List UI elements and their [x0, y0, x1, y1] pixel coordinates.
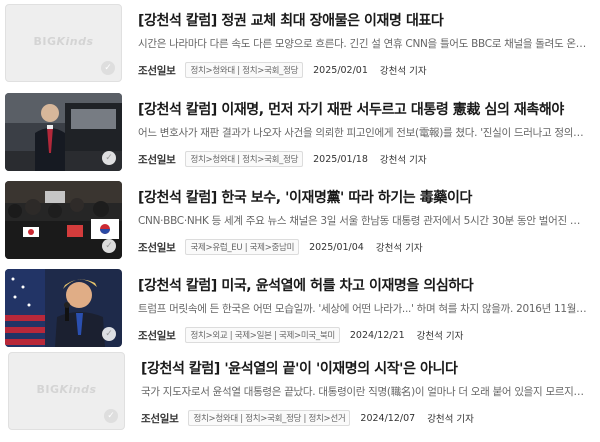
press-name: 조선일보	[138, 329, 176, 342]
category-badge: 정치>청와대 | 정치>국회_정당 | 정치>선거	[188, 410, 351, 426]
article-thumbnail-placeholder[interactable]: BIGKinds ✓	[8, 352, 125, 430]
article-item[interactable]: ✓ [강천석 칼럼] 미국, 윤석열에 허를 차고 이재명을 의심하다 트럼프 …	[0, 269, 600, 349]
press-name: 조선일보	[138, 153, 176, 166]
category-badge: 국제>유럽_EU | 국제>중남미	[185, 239, 300, 255]
check-icon[interactable]: ✓	[102, 239, 116, 253]
article-title[interactable]: [강천석 칼럼] 정권 교체 최대 장애물은 이재명 대표다	[138, 10, 593, 30]
article-thumbnail-photo[interactable]: ✓	[5, 269, 122, 347]
article-summary: 어느 변호사가 재판 결과가 나오자 사건을 의뢰한 피고인에게 전보(電報)를…	[138, 127, 588, 139]
article-item[interactable]: ✓ [강천석 칼럼] 한국 보수, '이재명黨' 따라 하기는 毒藥이다 CNN…	[0, 181, 600, 261]
article-title[interactable]: [강천석 칼럼] 미국, 윤석열에 허를 차고 이재명을 의심하다	[138, 275, 593, 295]
category-badge: 정치>외교 | 국제>일본 | 국제>미국_북미	[185, 327, 340, 343]
article-meta: 조선일보 정치>청와대 | 정치>국회_정당 2025/01/18 강천석 기자	[138, 151, 427, 167]
bigkinds-logo: BIGKinds	[36, 383, 97, 396]
article-summary: 국가 지도자로서 윤석열 대통령은 끝났다. 대통령이란 직명(職名)이 얼마나…	[141, 386, 591, 398]
article-meta: 조선일보 국제>유럽_EU | 국제>중남미 2025/01/04 강천석 기자	[138, 239, 423, 255]
article-author: 강천석 기자	[427, 414, 474, 425]
article-summary: CNN·BBC·NHK 등 세계 주요 뉴스 채널은 3일 서울 한남동 대통령…	[138, 215, 588, 227]
article-author: 강천석 기자	[379, 155, 427, 166]
article-thumbnail-placeholder[interactable]: BIGKinds ✓	[5, 4, 122, 82]
article-thumbnail-photo[interactable]: ✓	[5, 93, 122, 171]
press-name: 조선일보	[138, 241, 176, 254]
check-icon[interactable]: ✓	[102, 327, 116, 341]
check-icon[interactable]: ✓	[101, 61, 115, 75]
article-list: BIGKinds ✓ [강천석 칼럼] 정권 교체 최대 장애물은 이재명 대표…	[0, 0, 600, 442]
article-date: 2025/01/04	[309, 241, 364, 253]
check-icon[interactable]: ✓	[104, 409, 118, 423]
article-meta: 조선일보 정치>외교 | 국제>일본 | 국제>미국_북미 2024/12/21…	[138, 327, 463, 343]
bigkinds-logo: BIGKinds	[33, 35, 94, 48]
article-item[interactable]: ✓ [강천석 칼럼] 이재명, 먼저 자기 재판 서두르고 대통령 憲裁 심의 …	[0, 93, 600, 173]
press-name: 조선일보	[138, 64, 176, 77]
article-date: 2025/02/01	[313, 64, 368, 76]
article-title[interactable]: [강천석 칼럼] '윤석열의 끝'이 '이재명의 시작'은 아니다	[141, 358, 596, 378]
article-author: 강천석 기자	[416, 331, 464, 342]
article-date: 2024/12/07	[360, 412, 416, 424]
article-meta: 조선일보 정치>청와대 | 정치>국회_정당 2025/02/01 강천석 기자	[138, 62, 427, 78]
article-summary: 시간은 나라마다 다른 속도 다른 모양으로 흐른다. 긴긴 설 연휴 CNN을…	[138, 38, 588, 50]
article-date: 2024/12/21	[349, 329, 405, 341]
article-thumbnail-photo[interactable]: ✓	[5, 181, 122, 259]
article-summary: 트럼프 머릿속에 든 한국은 어떤 모습일까. '세상에 어떤 나라가...' …	[138, 303, 588, 315]
article-item[interactable]: BIGKinds ✓ [강천석 칼럼] '윤석열의 끝'이 '이재명의 시작'은…	[0, 352, 600, 432]
article-author: 강천석 기자	[375, 243, 423, 254]
category-badge: 정치>청와대 | 정치>국회_정당	[185, 62, 304, 78]
article-date: 2025/01/18	[313, 153, 368, 165]
article-meta: 조선일보 정치>청와대 | 정치>국회_정당 | 정치>선거 2024/12/0…	[141, 410, 474, 426]
article-title[interactable]: [강천석 칼럼] 한국 보수, '이재명黨' 따라 하기는 毒藥이다	[138, 187, 593, 207]
article-title[interactable]: [강천석 칼럼] 이재명, 먼저 자기 재판 서두르고 대통령 憲裁 심의 재촉…	[138, 99, 593, 119]
check-icon[interactable]: ✓	[102, 151, 116, 165]
article-item[interactable]: BIGKinds ✓ [강천석 칼럼] 정권 교체 최대 장애물은 이재명 대표…	[0, 4, 600, 84]
article-author: 강천석 기자	[379, 66, 427, 77]
category-badge: 정치>청와대 | 정치>국회_정당	[185, 151, 304, 167]
press-name: 조선일보	[141, 412, 179, 425]
